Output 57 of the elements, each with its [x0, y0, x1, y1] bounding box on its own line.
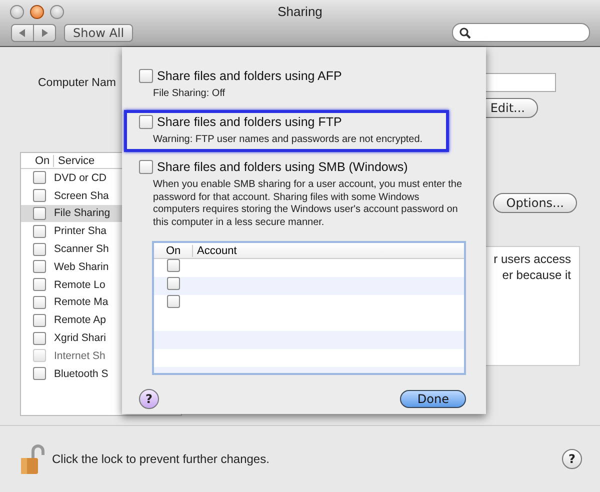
service-name: Remote Ap — [54, 314, 106, 326]
service-name: Remote Lo — [54, 278, 106, 291]
checkbox[interactable] — [33, 189, 46, 202]
done-button[interactable]: Done — [400, 390, 466, 408]
checkbox[interactable] — [33, 314, 46, 327]
checkbox[interactable] — [139, 114, 153, 128]
column-header: Service — [53, 154, 95, 166]
option-label[interactable]: Share files and folders using SMB (Windows) — [157, 160, 408, 174]
back-icon[interactable] — [17, 28, 27, 38]
description-text: r users access — [494, 251, 571, 267]
option-note: File Sharing: Off — [153, 88, 226, 100]
help-button[interactable]: ? — [562, 449, 582, 469]
search-icon — [459, 26, 471, 38]
checkbox[interactable] — [33, 367, 46, 380]
option-note: Warning: FTP user names and passwords are not encrypted. — [153, 134, 424, 146]
computer-name-label: Computer Nam — [38, 76, 116, 88]
checkbox[interactable] — [33, 242, 46, 256]
description-text: er because it — [502, 267, 571, 283]
checkbox[interactable] — [33, 278, 46, 292]
service-name: Bluetooth S — [54, 368, 108, 380]
column-header: Account — [192, 244, 237, 256]
service-name: Printer Sha — [54, 225, 107, 238]
checkbox[interactable] — [139, 160, 153, 174]
service-name: Internet Sh — [54, 350, 106, 362]
open-lock-icon[interactable] — [20, 443, 46, 475]
checkbox[interactable] — [33, 332, 46, 345]
service-name: Web Sharin — [54, 260, 109, 273]
checkbox[interactable] — [33, 260, 46, 274]
checkbox[interactable] — [167, 259, 180, 272]
window-button[interactable] — [50, 5, 64, 19]
search-field[interactable] — [452, 23, 590, 42]
window-title: Sharing — [278, 4, 322, 19]
option-label[interactable]: Share files and folders using FTP — [157, 114, 342, 128]
checkbox[interactable] — [167, 295, 180, 308]
service-name: Screen Sha — [54, 190, 109, 202]
checkbox[interactable] — [33, 296, 46, 309]
service-name: Scanner Sh — [54, 243, 109, 256]
service-name: Xgrid Shari — [54, 332, 106, 344]
checkbox[interactable] — [33, 171, 46, 184]
navigation-buttons[interactable] — [11, 24, 56, 42]
checkbox[interactable] — [139, 69, 153, 83]
option-label[interactable]: Share files and folders using AFP — [157, 69, 342, 83]
service-name: Remote Ma — [54, 296, 108, 308]
forward-icon[interactable] — [40, 28, 50, 38]
checkbox[interactable] — [33, 206, 46, 220]
close-button[interactable] — [30, 5, 44, 19]
column-header: On — [34, 154, 51, 166]
column-header: On — [165, 244, 182, 256]
show-all-button[interactable]: Show All — [64, 24, 134, 42]
help-button[interactable]: ? — [139, 389, 159, 409]
options-button[interactable]: Options... — [493, 193, 577, 213]
service-name: File Sharing — [54, 207, 110, 220]
checkbox[interactable] — [33, 224, 46, 238]
service-name: DVD or CD — [54, 172, 107, 184]
checkbox[interactable] — [167, 277, 180, 290]
window-button[interactable] — [10, 5, 24, 19]
lock-message: Click the lock to prevent further changes. — [52, 452, 270, 466]
